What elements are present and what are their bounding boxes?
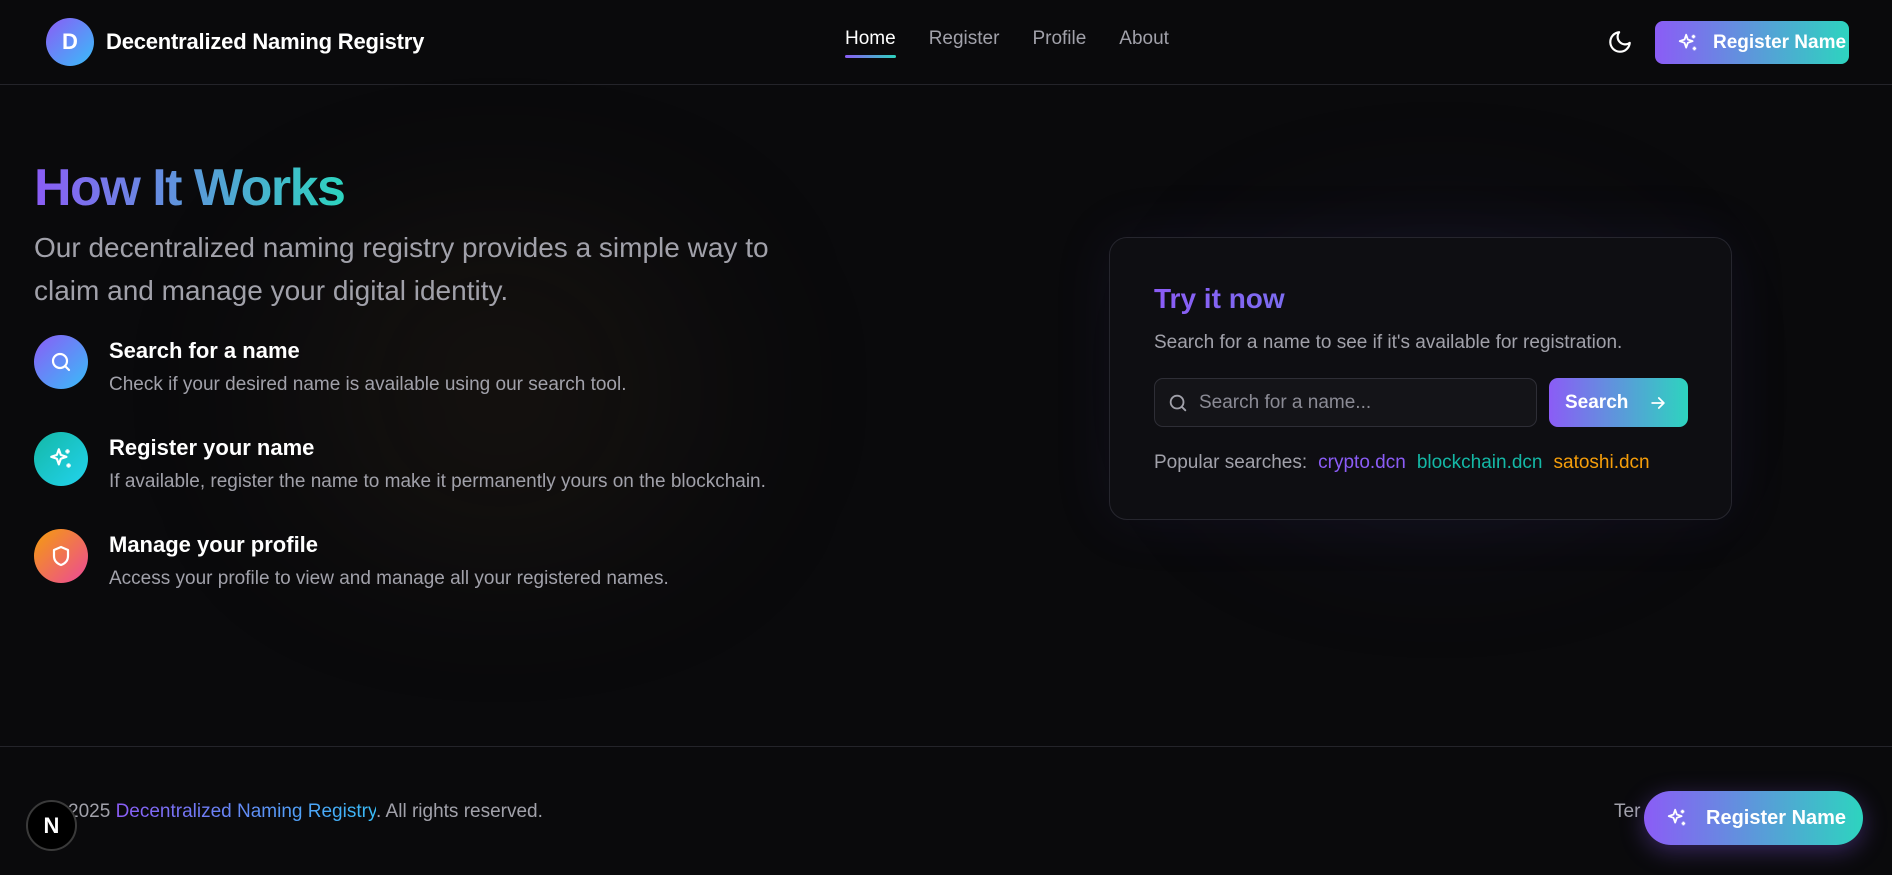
step-title: Search for a name — [109, 338, 300, 363]
step-description: Access your profile to view and manage a… — [109, 568, 669, 589]
search-input[interactable] — [1199, 391, 1529, 414]
try-it-title: Try it now — [1154, 283, 1285, 314]
step-icon-badge — [34, 432, 88, 486]
popular-search-link[interactable]: satoshi.dcn — [1554, 452, 1650, 474]
step-icon-badge — [34, 335, 88, 389]
register-name-label: Register Name — [1713, 31, 1847, 53]
arrow-right-icon — [1651, 396, 1666, 409]
step-icon-badge — [34, 529, 88, 583]
footer-brand-link[interactable]: Decentralized Naming Registry — [116, 801, 376, 822]
step-title: Manage your profile — [109, 532, 319, 557]
nav-item-about[interactable]: About — [1119, 28, 1169, 58]
nav-item-profile[interactable]: Profile — [1032, 28, 1086, 58]
copyright-text: 2025 Decentralized Naming Registry. All … — [68, 801, 543, 823]
step-register: Register your name If available, registe… — [34, 432, 766, 529]
search-icon — [51, 352, 71, 372]
brand[interactable]: D Decentralized Naming Registry — [46, 18, 424, 66]
brand-name: Decentralized Naming Registry — [106, 29, 425, 54]
step-search: Search for a name Check if your desired … — [34, 335, 766, 432]
moon-icon — [1609, 31, 1631, 53]
register-name-button[interactable]: Register Name — [1655, 21, 1849, 64]
floating-register-name-label: Register Name — [1706, 806, 1847, 829]
popular-search-link[interactable]: blockchain.dcn — [1417, 452, 1543, 474]
search-button[interactable]: Search — [1549, 378, 1688, 427]
steps-list: Search for a name Check if your desired … — [34, 335, 766, 626]
search-field[interactable] — [1154, 378, 1537, 427]
page-title: How It Works — [34, 159, 346, 217]
next-dev-indicator[interactable]: N — [26, 800, 77, 851]
step-manage: Manage your profile Access your profile … — [34, 529, 766, 626]
popular-searches: Popular searches: crypto.dcn blockchain.… — [1154, 452, 1650, 474]
shield-icon — [52, 545, 70, 567]
page-footer: 2025 Decentralized Naming Registry. All … — [0, 746, 1892, 875]
step-description: If available, register the name to make … — [109, 471, 766, 492]
sparkles-icon — [1667, 808, 1686, 826]
terms-link[interactable]: Ter — [1614, 801, 1640, 823]
popular-searches-label: Popular searches: — [1154, 452, 1308, 473]
copyright-suffix: . All rights reserved. — [376, 801, 543, 822]
top-header: D Decentralized Naming Registry Home Reg… — [0, 0, 1892, 85]
nav-item-home[interactable]: Home — [845, 28, 896, 58]
floating-register-name-button[interactable]: Register Name — [1644, 791, 1863, 845]
search-button-label: Search — [1565, 391, 1629, 413]
try-it-subtitle: Search for a name to see if it's availab… — [1154, 332, 1623, 353]
step-title: Register your name — [109, 435, 315, 460]
try-it-card: Try it now Search for a name to see if i… — [1109, 237, 1732, 520]
search-icon — [1169, 394, 1187, 411]
nav-item-register[interactable]: Register — [929, 28, 1000, 58]
logo: D — [46, 18, 94, 66]
page-subtitle: Our decentralized naming registry provid… — [34, 232, 769, 306]
popular-search-link[interactable]: crypto.dcn — [1318, 452, 1406, 474]
step-description: Check if your desired name is available … — [109, 374, 627, 395]
sparkles-icon — [50, 448, 71, 468]
sparkles-icon — [1678, 33, 1697, 50]
theme-toggle-button[interactable] — [1607, 29, 1633, 55]
main-nav: Home Register Profile About — [845, 28, 1169, 58]
